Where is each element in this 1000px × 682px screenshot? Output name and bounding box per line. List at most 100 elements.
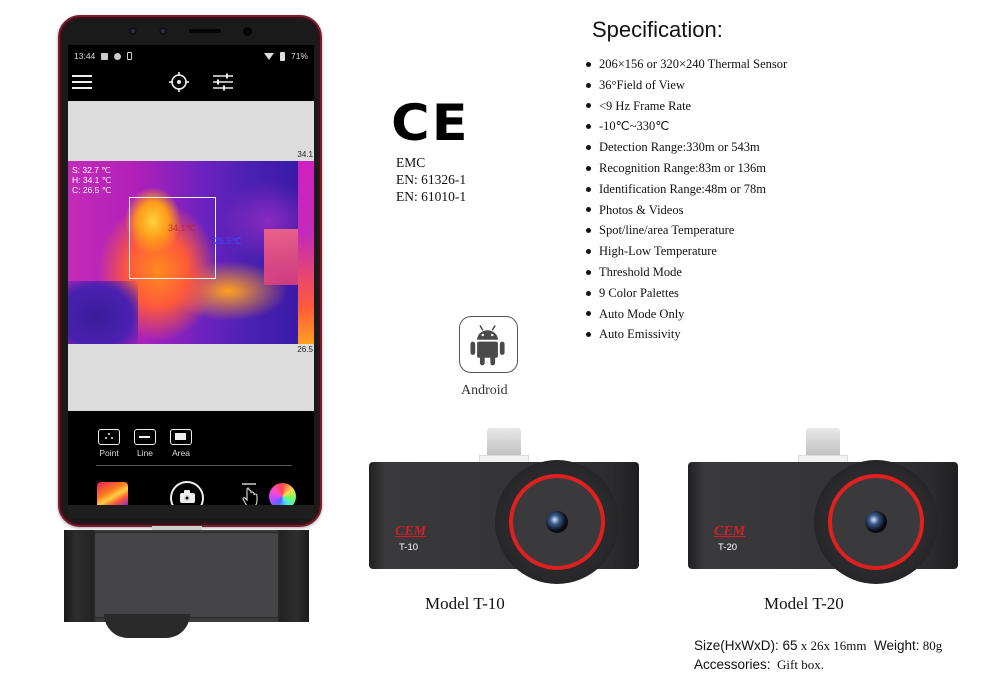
ce-mark: CE bbox=[391, 94, 470, 152]
spec-item: Spot/line/area Temperature bbox=[586, 220, 787, 241]
device-t10: CEM T-10 bbox=[369, 428, 639, 588]
phone-mockup: 13:44 71% 34.1 S: 32.7 ℃ H: 34.1 ℃ C: 26… bbox=[58, 15, 322, 527]
accessories-label: Accessories: bbox=[694, 657, 771, 672]
image-icon bbox=[101, 52, 109, 60]
mode-area[interactable]: Area bbox=[170, 429, 192, 458]
thermal-image[interactable]: S: 32.7 ℃ H: 34.1 ℃ C: 26.5 ℃ 34.1℃ 26.5… bbox=[68, 161, 298, 344]
bullet-icon bbox=[586, 145, 591, 151]
shield-icon bbox=[114, 52, 122, 60]
cert-line: EN: 61326-1 bbox=[396, 172, 467, 187]
cold-temp: C: 26.5 ℃ bbox=[72, 185, 112, 195]
thermal-monitor-region bbox=[264, 229, 298, 285]
battery-percent: 71% bbox=[290, 51, 308, 61]
model-caption: Model T-20 bbox=[764, 594, 844, 613]
spot-temp: S: 32.7 ℃ bbox=[72, 165, 111, 175]
bullet-icon bbox=[586, 290, 591, 296]
brand-logo: CEM bbox=[395, 524, 427, 539]
spec-item: Recognition Range:83m or 136m bbox=[586, 158, 787, 179]
mode-line[interactable]: Line bbox=[134, 429, 156, 458]
clip-tab bbox=[104, 614, 190, 638]
size-label: Size(HxWxD): 65 bbox=[694, 638, 798, 653]
spec-title: Specification: bbox=[592, 17, 723, 42]
phone-screen: 13:44 71% 34.1 S: 32.7 ℃ H: 34.1 ℃ C: 26… bbox=[68, 45, 314, 519]
thermal-chair-region bbox=[68, 281, 138, 344]
bullet-icon bbox=[586, 311, 591, 317]
mode-area-label: Area bbox=[172, 448, 190, 458]
spec-item: Auto Mode Only bbox=[586, 304, 787, 325]
spec-text: 206×156 or 320×240 Thermal Sensor bbox=[599, 57, 788, 71]
spec-item: 206×156 or 320×240 Thermal Sensor bbox=[586, 54, 787, 75]
bullet-icon bbox=[586, 103, 591, 109]
bullet-icon bbox=[586, 332, 591, 338]
spec-item: Identification Range:48m or 78m bbox=[586, 179, 787, 200]
controls-divider bbox=[96, 465, 292, 466]
scale-min-label: 26.5 bbox=[297, 345, 313, 354]
bullet-icon bbox=[586, 249, 591, 255]
clip-face bbox=[94, 532, 279, 618]
spec-item: 36°Field of View bbox=[586, 75, 787, 96]
bullet-icon bbox=[586, 82, 591, 88]
cert-line: EMC bbox=[396, 155, 426, 170]
spec-item: Detection Range:330m or 543m bbox=[586, 137, 787, 158]
crosshair-target-icon[interactable] bbox=[168, 71, 190, 93]
temperature-readouts: S: 32.7 ℃ H: 34.1 ℃ C: 26.5 ℃ bbox=[72, 165, 111, 195]
status-time: 13:44 bbox=[74, 51, 96, 61]
nav-strip bbox=[68, 505, 314, 519]
scale-max-label: 34.1 bbox=[297, 150, 313, 159]
area-icon bbox=[170, 429, 192, 445]
app-toolbar bbox=[68, 67, 314, 99]
spec-text: Recognition Range:83m or 136m bbox=[599, 160, 766, 175]
spec-item: <9 Hz Frame Rate bbox=[586, 96, 787, 117]
spec-text: Auto Mode Only bbox=[599, 306, 685, 321]
measure-mode-bar: Point Line Area bbox=[98, 429, 192, 458]
area-measure-box[interactable] bbox=[129, 197, 216, 279]
accessories-value: Gift box. bbox=[770, 657, 824, 672]
line-icon bbox=[134, 429, 156, 445]
android-icon bbox=[470, 325, 505, 366]
model-code: T-20 bbox=[718, 542, 738, 553]
sliders-icon[interactable] bbox=[212, 72, 234, 92]
temperature-colorbar bbox=[298, 161, 314, 344]
spec-text: Photos & Videos bbox=[599, 202, 684, 217]
spec-text: <9 Hz Frame Rate bbox=[599, 98, 692, 113]
bullet-icon bbox=[586, 207, 591, 213]
bullet-icon bbox=[586, 61, 591, 67]
usb-c-plug bbox=[487, 428, 521, 458]
cert-line: EN: 61010-1 bbox=[396, 189, 467, 204]
lens-icon bbox=[865, 511, 887, 533]
spec-text: Auto Emissivity bbox=[599, 327, 681, 342]
spec-text: -10℃~330℃ bbox=[599, 119, 670, 134]
bullet-icon bbox=[586, 186, 591, 192]
thermal-viewport: 34.1 S: 32.7 ℃ H: 34.1 ℃ C: 26.5 ℃ 34.1℃… bbox=[68, 101, 314, 411]
wifi-icon bbox=[263, 52, 274, 60]
spec-text: 9 Color Palettes bbox=[599, 285, 679, 300]
spec-text: Threshold Mode bbox=[599, 264, 682, 279]
android-label: Android bbox=[461, 383, 508, 398]
spec-item: High-Low Temperature bbox=[586, 241, 787, 262]
earpiece-speaker bbox=[188, 29, 221, 33]
battery-icon bbox=[279, 51, 285, 61]
menu-icon[interactable] bbox=[72, 75, 92, 89]
point-icon bbox=[98, 429, 120, 445]
spec-item: Auto Emissivity bbox=[586, 324, 787, 345]
spec-item: 9 Color Palettes bbox=[586, 283, 787, 304]
weight-value: 80g bbox=[919, 638, 943, 653]
bullet-icon bbox=[586, 228, 591, 234]
high-temp: H: 34.1 ℃ bbox=[72, 175, 112, 185]
spec-item: -10℃~330℃ bbox=[586, 116, 787, 137]
weight-label: Weight: bbox=[866, 638, 920, 653]
spec-text: Identification Range:48m or 78m bbox=[599, 181, 766, 196]
model-code: T-10 bbox=[399, 542, 419, 553]
device-t20: CEM T-20 bbox=[688, 428, 958, 588]
bullet-icon bbox=[586, 165, 591, 171]
mode-point[interactable]: Point bbox=[98, 429, 120, 458]
spec-item: Threshold Mode bbox=[586, 262, 787, 283]
model-caption: Model T-10 bbox=[425, 594, 505, 613]
phone-clip-adapter bbox=[64, 526, 309, 638]
bullet-icon bbox=[586, 124, 591, 130]
size-value: x 26x 16mm bbox=[797, 638, 867, 653]
mode-point-label: Point bbox=[99, 448, 119, 458]
spec-list: 206×156 or 320×240 Thermal Sensor 36°Fie… bbox=[586, 54, 787, 345]
spec-text: High-Low Temperature bbox=[599, 244, 717, 259]
mode-line-label: Line bbox=[136, 448, 154, 458]
